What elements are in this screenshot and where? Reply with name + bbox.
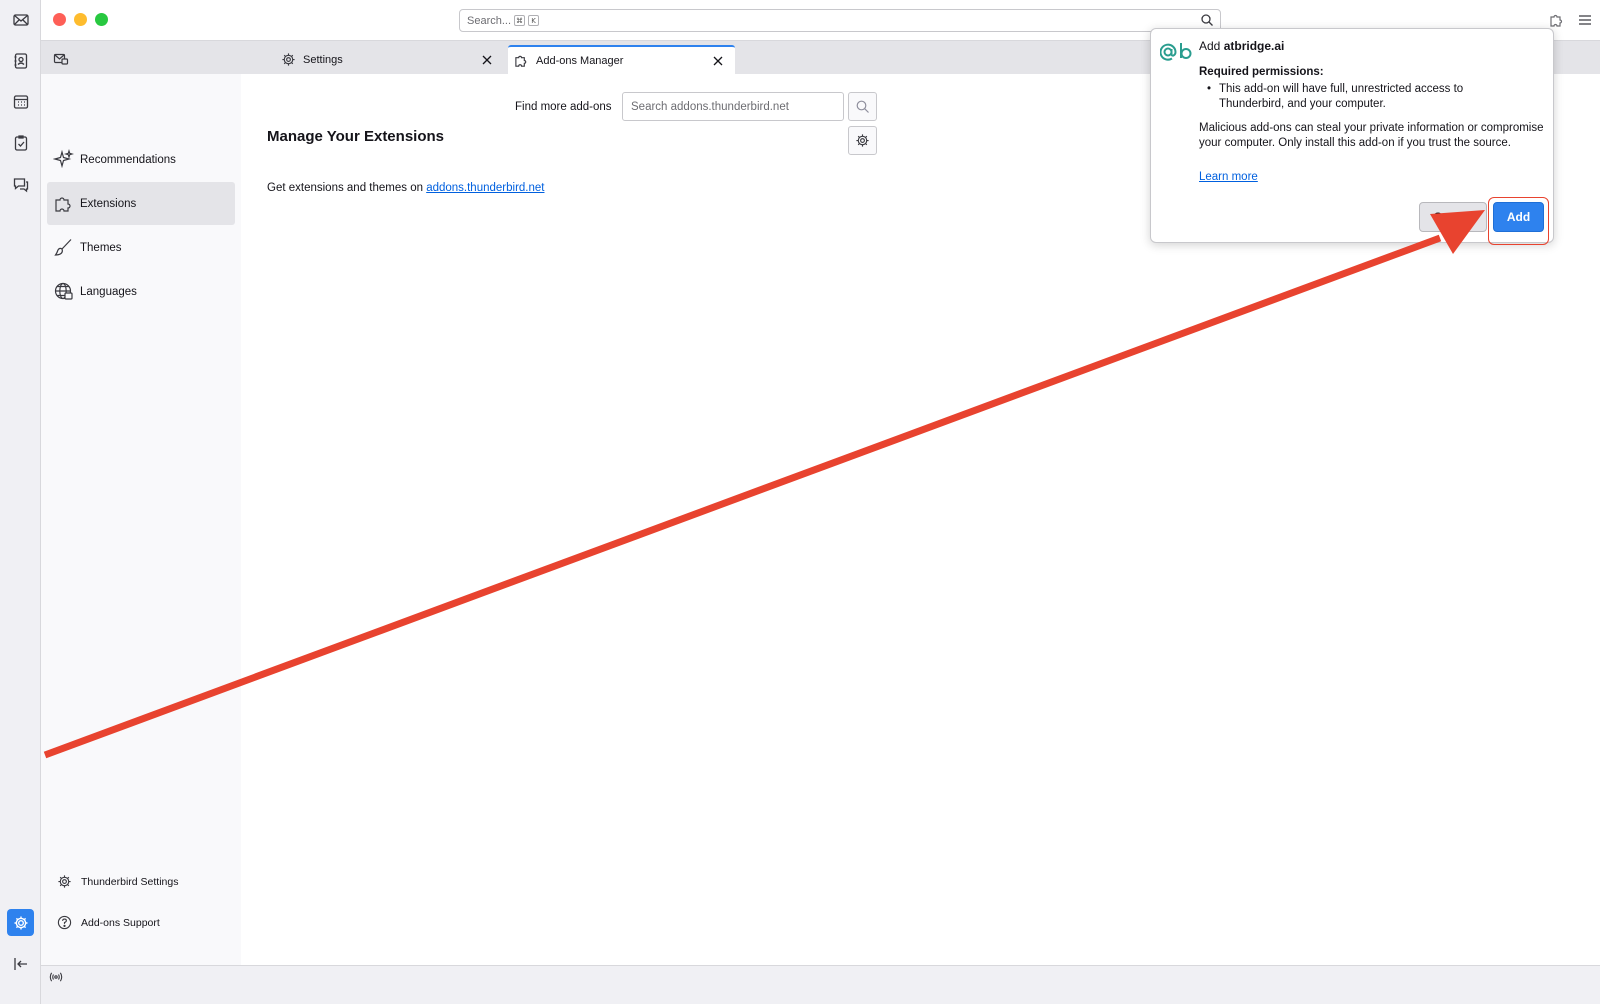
gear-icon xyxy=(58,875,71,888)
online-status-icon[interactable] xyxy=(49,970,63,984)
category-recommendations[interactable]: Recommendations xyxy=(47,138,235,181)
category-extensions[interactable]: Extensions xyxy=(47,182,235,225)
brush-icon xyxy=(54,239,72,256)
learn-more-link[interactable]: Learn more xyxy=(1199,171,1258,183)
addon-name: atbridge.ai xyxy=(1223,39,1285,53)
addons-search-placeholder: Search addons.thunderbird.net xyxy=(631,100,789,113)
category-nav: Recommendations Extensions Themes Langua… xyxy=(41,74,241,965)
spaces-toolbar xyxy=(0,0,41,1004)
close-window-button[interactable] xyxy=(53,13,66,26)
maximize-window-button[interactable] xyxy=(95,13,108,26)
addons-search-input[interactable]: Search addons.thunderbird.net xyxy=(622,92,844,121)
minimize-window-button[interactable] xyxy=(74,13,87,26)
category-themes[interactable]: Themes xyxy=(47,226,235,269)
tab-label: Settings xyxy=(303,53,343,66)
close-icon[interactable] xyxy=(712,55,724,67)
thunderbird-settings-link[interactable]: Thunderbird Settings xyxy=(57,874,178,889)
close-icon[interactable] xyxy=(481,54,493,66)
chat-icon xyxy=(13,177,28,192)
collapse-icon xyxy=(13,957,27,970)
cancel-button[interactable]: Cancel xyxy=(1419,202,1487,232)
page-title: Manage Your Extensions xyxy=(267,128,444,145)
mail-icon xyxy=(12,13,29,26)
tab-addons-manager[interactable]: Add-ons Manager xyxy=(508,45,735,74)
search-icon[interactable] xyxy=(1200,13,1214,27)
security-warning: Malicious add-ons can steal your private… xyxy=(1199,122,1544,149)
addons-support-link[interactable]: Add-ons Support xyxy=(57,915,160,930)
required-permissions-label: Required permissions: xyxy=(1199,66,1324,78)
addons-toolbar-icon[interactable] xyxy=(1548,11,1566,29)
shortcut-key: K xyxy=(528,15,540,26)
category-label: Themes xyxy=(80,241,122,254)
mail-space-button[interactable] xyxy=(7,6,34,33)
heading-prefix: Add xyxy=(1199,39,1224,53)
puzzle-icon xyxy=(55,197,71,212)
search-placeholder: Search... xyxy=(467,14,512,27)
help-icon xyxy=(57,915,72,930)
tab-label: Add-ons Manager xyxy=(536,54,624,67)
get-extensions-hint: Get extensions and themes on addons.thun… xyxy=(267,182,544,194)
collapse-spaces-button[interactable] xyxy=(7,950,34,977)
address-book-space-button[interactable] xyxy=(7,47,34,74)
gear-icon xyxy=(856,134,869,147)
addons-search-button[interactable] xyxy=(848,92,877,121)
addon-icon xyxy=(1160,43,1192,61)
calendar-icon xyxy=(13,94,28,109)
status-bar xyxy=(41,965,1600,1004)
category-languages[interactable]: Languages xyxy=(47,270,235,313)
amo-link[interactable]: addons.thunderbird.net xyxy=(426,182,544,194)
addons-space-button[interactable] xyxy=(7,909,34,936)
gear-icon xyxy=(14,916,27,929)
footer-label: Add-ons Support xyxy=(81,916,160,929)
tools-menu-button[interactable] xyxy=(848,126,877,155)
add-button-highlight xyxy=(1488,197,1549,245)
shortcut-cmd: ⌘ xyxy=(514,15,526,26)
category-label: Languages xyxy=(80,285,137,298)
calendar-space-button[interactable] xyxy=(7,88,34,115)
hint-text: Get extensions and themes on xyxy=(267,182,427,194)
puzzle-icon xyxy=(515,55,527,67)
tasks-icon xyxy=(14,134,27,151)
permission-item: This add-on will have full, unrestricted… xyxy=(1207,82,1527,112)
address-book-icon xyxy=(14,52,27,69)
mail-tab-icon[interactable] xyxy=(53,51,69,67)
globe-icon xyxy=(54,282,73,300)
tab-settings[interactable]: Settings xyxy=(281,45,501,74)
sparkle-icon xyxy=(53,149,74,169)
popup-heading: Add atbridge.ai xyxy=(1199,39,1284,53)
category-label: Recommendations xyxy=(80,153,176,166)
tasks-space-button[interactable] xyxy=(7,129,34,156)
footer-label: Thunderbird Settings xyxy=(81,875,179,888)
gear-icon xyxy=(282,53,295,66)
app-menu-icon[interactable] xyxy=(1576,11,1594,29)
chat-space-button[interactable] xyxy=(7,170,34,197)
find-more-label: Find more add-ons xyxy=(515,101,612,113)
unified-search-bar[interactable]: Search... ⌘ K xyxy=(459,9,1221,32)
category-label: Extensions xyxy=(80,197,137,210)
search-icon xyxy=(856,100,869,113)
